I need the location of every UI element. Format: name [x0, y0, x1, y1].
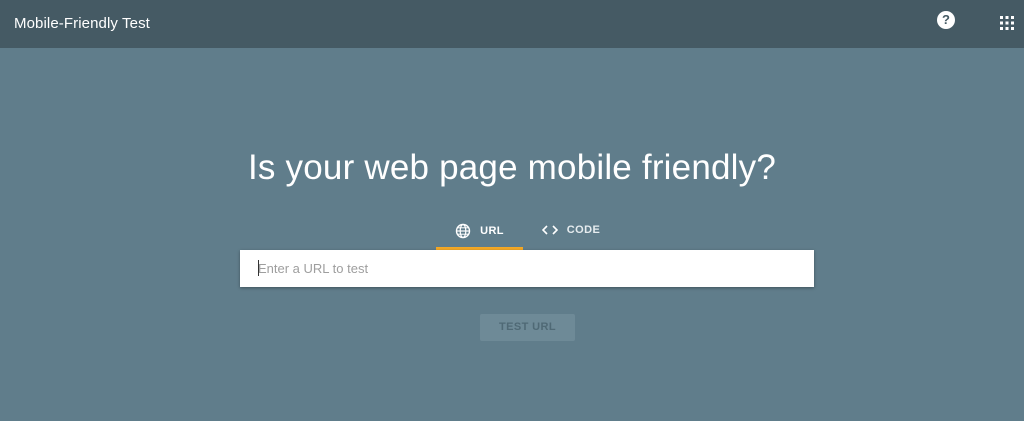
test-url-button[interactable]: TEST URL	[480, 314, 575, 341]
text-cursor	[258, 260, 259, 276]
tab-url[interactable]: URL	[436, 212, 523, 250]
url-input[interactable]	[240, 250, 814, 287]
app-title: Mobile-Friendly Test	[14, 15, 150, 32]
tab-url-label: URL	[480, 224, 504, 237]
top-app-bar: Mobile-Friendly Test ?	[0, 0, 1024, 48]
tab-code-label: CODE	[566, 223, 601, 236]
apps-grid-icon[interactable]	[1000, 16, 1014, 30]
url-input-container	[240, 250, 814, 287]
page-heading: Is your web page mobile friendly?	[248, 148, 776, 187]
tab-code[interactable]: CODE	[523, 212, 619, 250]
help-icon[interactable]: ?	[937, 11, 955, 29]
input-mode-tabs: URL CODE	[436, 212, 619, 250]
globe-icon	[455, 223, 471, 239]
code-icon	[541, 224, 558, 235]
